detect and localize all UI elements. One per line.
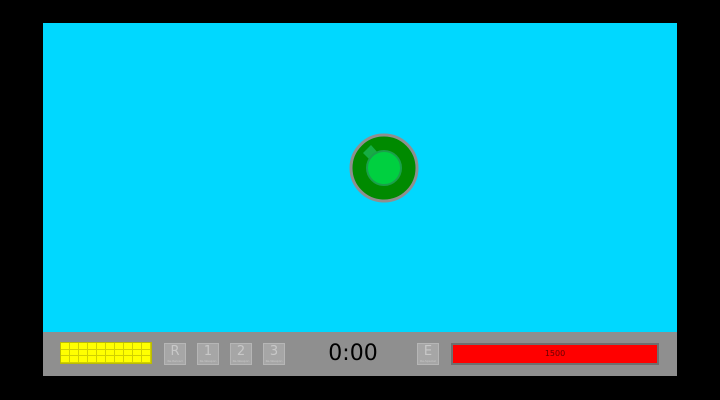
key-letter: E xyxy=(423,344,433,359)
special-key[interactable]: E Re-Special xyxy=(417,343,439,365)
ammo-cell xyxy=(115,343,124,350)
ammo-cell xyxy=(70,349,79,357)
ammo-cell xyxy=(79,349,88,357)
ammo-cell xyxy=(115,349,124,357)
ammo-cell xyxy=(88,356,97,363)
weapon-2-key[interactable]: 2 Re-Weapon xyxy=(230,343,252,365)
key-letter: 3 xyxy=(269,344,279,359)
ammo-cell xyxy=(133,356,142,363)
key-caption: Re-Weapon xyxy=(265,359,283,363)
ammo-cell xyxy=(61,349,70,357)
weapon-1-key[interactable]: 1 Re-Weapon xyxy=(197,343,219,365)
ammo-cell xyxy=(70,343,79,350)
ammo-cell xyxy=(106,349,115,357)
key-letter: 2 xyxy=(236,344,246,359)
ammo-cell xyxy=(97,349,106,357)
ammo-cell xyxy=(142,343,151,350)
ammo-cell xyxy=(106,343,115,350)
key-caption: Re-Weapon xyxy=(199,359,217,363)
health-bar: 1500 xyxy=(451,343,659,365)
ammo-cell xyxy=(79,356,88,363)
key-letter: 1 xyxy=(203,344,213,359)
hud-bar: R Re-Reload 1 Re-Weapon 2 Re-Weapon 3 Re… xyxy=(43,332,677,376)
game-arena[interactable] xyxy=(43,23,677,332)
key-caption: Re-Weapon xyxy=(232,359,250,363)
ammo-cell xyxy=(88,343,97,350)
ammo-cell xyxy=(124,343,133,350)
player-tank-icon xyxy=(349,133,419,203)
ammo-cell xyxy=(142,349,151,357)
ammo-cell xyxy=(106,356,115,363)
key-caption: Re-Special xyxy=(420,359,436,363)
weapon-3-key[interactable]: 3 Re-Weapon xyxy=(263,343,285,365)
ammo-cell xyxy=(97,343,106,350)
ammo-cell xyxy=(61,343,70,350)
ammo-cell xyxy=(133,343,142,350)
health-value: 1500 xyxy=(544,349,566,358)
ammo-cell xyxy=(61,356,70,363)
key-letter: R xyxy=(170,344,180,359)
ammo-cell xyxy=(97,356,106,363)
reload-key[interactable]: R Re-Reload xyxy=(164,343,186,365)
ammo-cell xyxy=(115,356,124,363)
ammo-cell xyxy=(70,356,79,363)
ammo-cell xyxy=(79,343,88,350)
ammo-cell xyxy=(88,349,97,357)
ammo-cell xyxy=(142,356,151,363)
ammo-cell xyxy=(133,349,142,357)
ammo-grid xyxy=(60,342,152,364)
game-timer: 0:00 xyxy=(328,341,378,366)
key-caption: Re-Reload xyxy=(167,359,183,363)
ammo-cell xyxy=(124,349,133,357)
ammo-cell xyxy=(124,356,133,363)
